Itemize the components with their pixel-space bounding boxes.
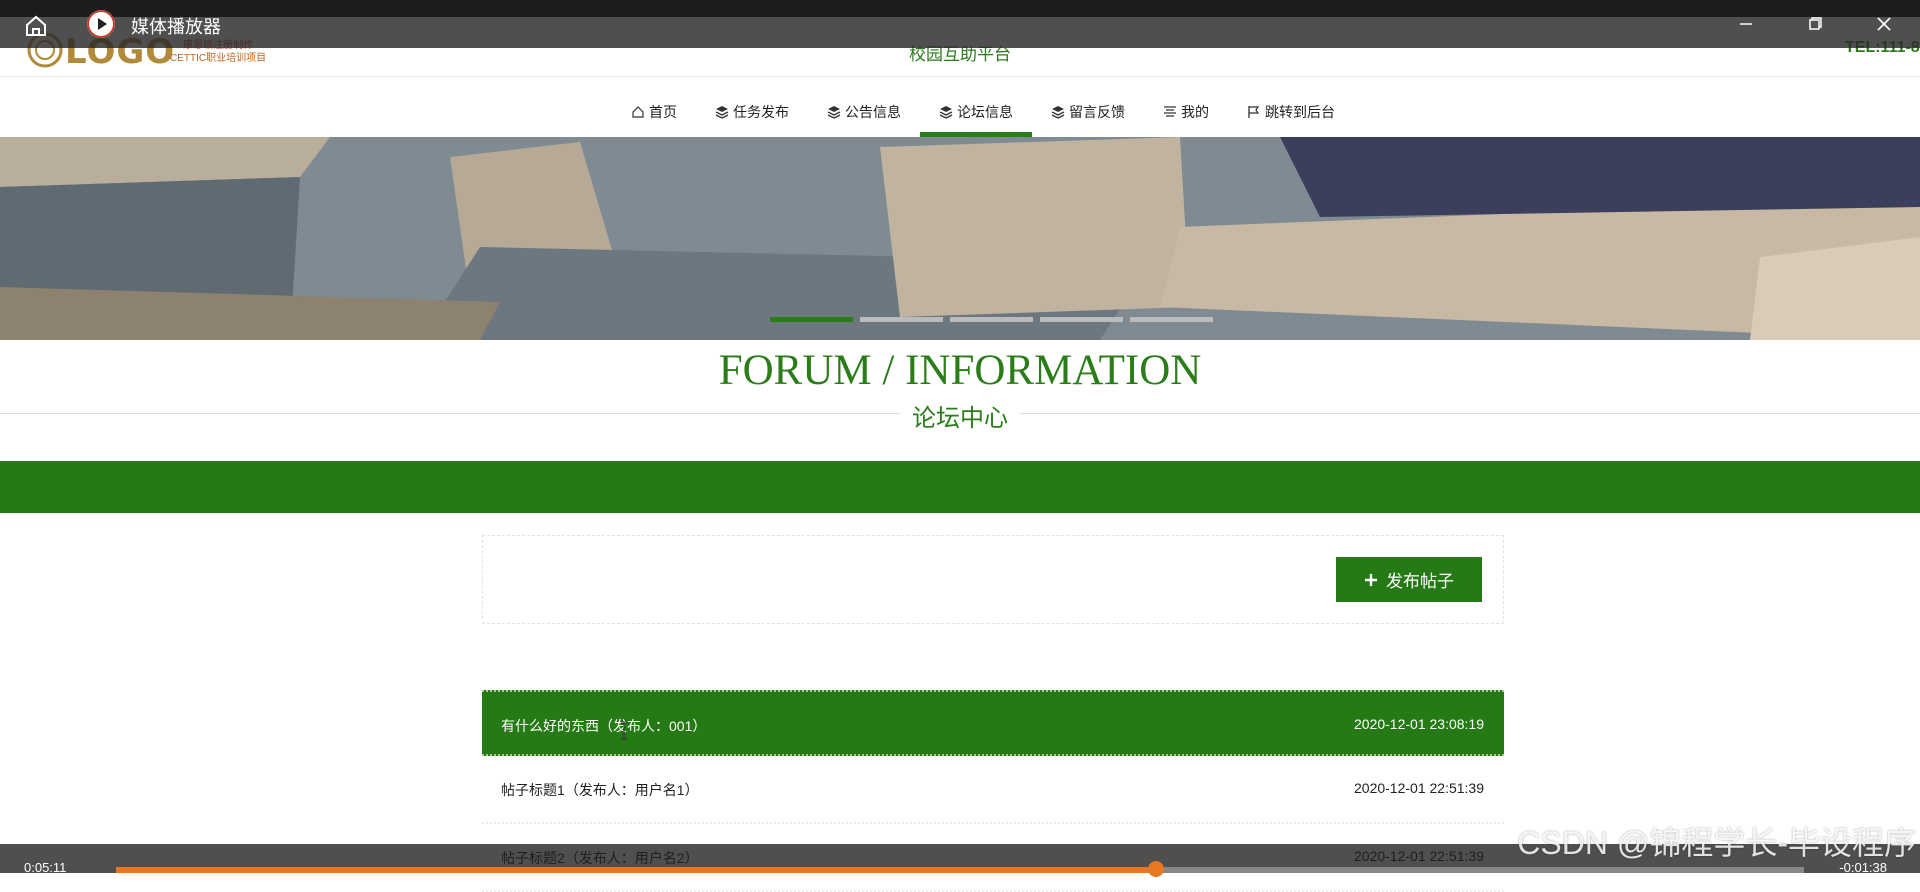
- nav-item-2[interactable]: 公告信息: [808, 87, 920, 137]
- watermark: CSDN @锦程学长-毕设程序: [1517, 825, 1916, 861]
- media-player-titlebar: 媒体播放器: [0, 0, 1920, 48]
- post-thread-label: 发布帖子: [1386, 572, 1454, 591]
- nav-item-1[interactable]: 任务发布: [696, 87, 808, 137]
- main-nav: 首页 任务发布 公告信息 论坛信息 留言反馈 我的 跳转到后台: [0, 87, 1920, 137]
- nav-item-label: 我的: [1181, 104, 1209, 120]
- section-subtitle-wrap: 论坛中心: [0, 398, 1920, 433]
- plus-icon: [1365, 573, 1377, 586]
- green-band: [0, 461, 1920, 513]
- forum-post-row[interactable]: 有什么好的东西（发布人：001） 2020-12-01 23:08:19: [482, 690, 1504, 756]
- nav-item-label: 跳转到后台: [1265, 104, 1335, 120]
- flag-icon: [1247, 105, 1261, 119]
- nav-item-6[interactable]: 跳转到后台: [1228, 87, 1354, 137]
- nav-item-5[interactable]: 我的: [1144, 87, 1228, 137]
- nav-item-4[interactable]: 留言反馈: [1032, 87, 1144, 137]
- close-icon[interactable]: [1868, 10, 1900, 38]
- seek-bar[interactable]: [116, 861, 1804, 877]
- play-icon: [87, 10, 115, 38]
- layers-icon: [1051, 105, 1065, 119]
- post-thread-button[interactable]: 发布帖子: [1336, 557, 1482, 602]
- banner-pagination: [770, 317, 1213, 322]
- nav-list: 首页 任务发布 公告信息 论坛信息 留言反馈 我的 跳转到后台: [612, 87, 1354, 137]
- post-title[interactable]: 帖子标题1（发布人：用户名1）: [501, 780, 699, 800]
- forum-post-row[interactable]: 帖子标题1（发布人：用户名1） 2020-12-01 22:51:39: [482, 756, 1504, 824]
- home-icon: [631, 105, 645, 119]
- nav-item-3[interactable]: 论坛信息: [920, 87, 1032, 137]
- nav-item-label: 论坛信息: [957, 104, 1013, 120]
- seek-progress: [116, 867, 1156, 873]
- list-icon: [1163, 105, 1177, 119]
- player-title: 媒体播放器: [131, 17, 221, 37]
- banner-dot[interactable]: [860, 317, 943, 322]
- seek-handle[interactable]: [1147, 861, 1164, 877]
- text-cursor-icon: [621, 722, 627, 740]
- banner-dot[interactable]: [1130, 317, 1213, 322]
- post-date: 2020-12-01 23:08:19: [1354, 716, 1484, 732]
- titlebar-strip: [0, 0, 1920, 17]
- banner-dot[interactable]: [770, 317, 853, 322]
- minimize-icon[interactable]: [1730, 10, 1762, 38]
- nav-item-label: 公告信息: [845, 104, 901, 120]
- nav-item-label: 留言反馈: [1069, 104, 1125, 120]
- nav-item-0[interactable]: 首页: [612, 87, 696, 137]
- layers-icon: [715, 105, 729, 119]
- nav-item-label: 任务发布: [733, 104, 789, 120]
- post-title[interactable]: 有什么好的东西（发布人：001）: [501, 716, 706, 736]
- banner-classroom-image: [0, 137, 1920, 340]
- banner-dot[interactable]: [1040, 317, 1123, 322]
- restore-icon[interactable]: [1799, 10, 1831, 38]
- nav-item-label: 首页: [649, 104, 677, 120]
- section-subtitle: 论坛中心: [900, 405, 1020, 432]
- banner-dot[interactable]: [950, 317, 1033, 322]
- home-icon[interactable]: [22, 12, 50, 40]
- layers-icon: [827, 105, 841, 119]
- layers-icon: [939, 105, 953, 119]
- post-date: 2020-12-01 22:51:39: [1354, 780, 1484, 796]
- hero-banner: [0, 137, 1920, 340]
- section-title: FORUM / INFORMATION: [718, 347, 1202, 394]
